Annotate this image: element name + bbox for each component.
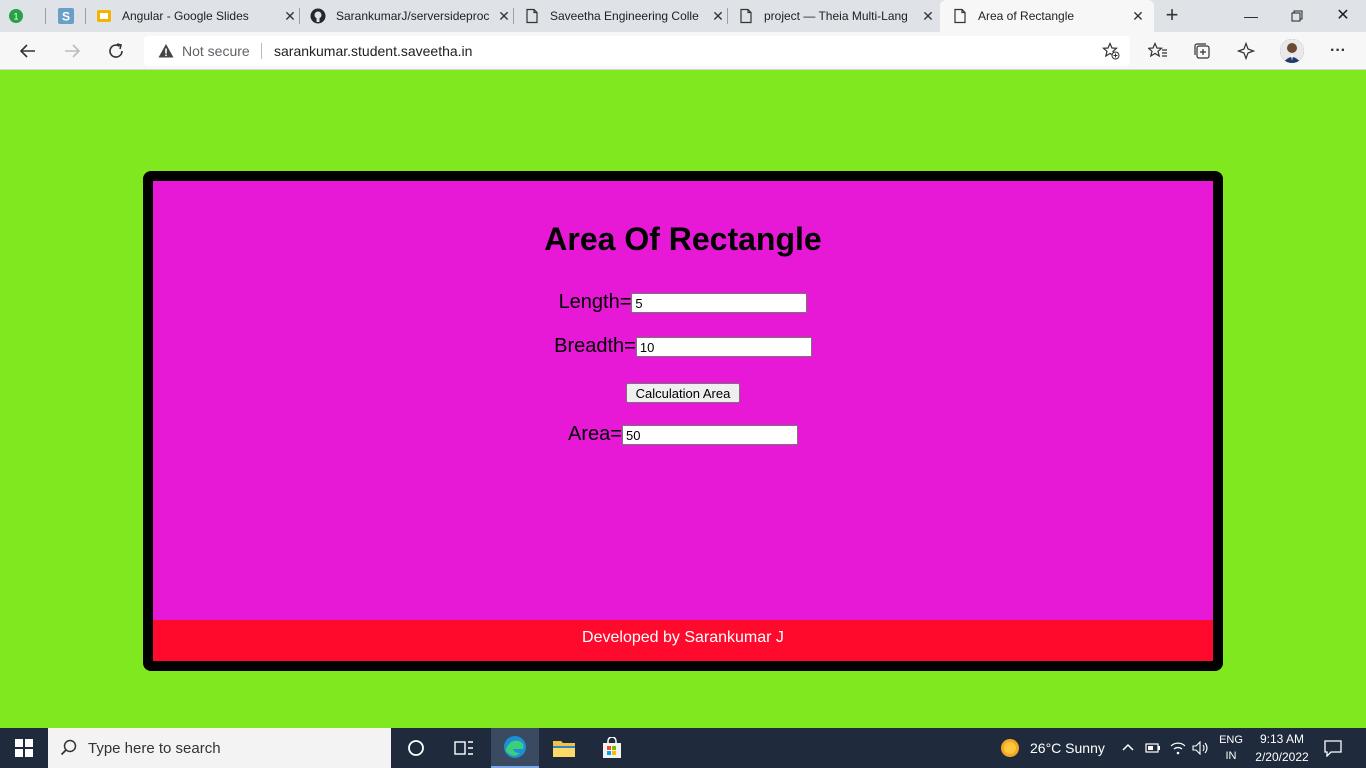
page-icon xyxy=(738,8,754,24)
tab-title: Area of Rectangle xyxy=(978,9,1075,23)
tab-title: Angular - Google Slides xyxy=(122,9,249,23)
svg-text:S: S xyxy=(62,10,70,24)
sun-icon xyxy=(1001,739,1019,757)
language-code: ENG xyxy=(1219,734,1243,746)
page-title: Area Of Rectangle xyxy=(544,221,822,257)
battery-icon[interactable] xyxy=(1145,728,1161,768)
browser-essentials-icon[interactable] xyxy=(1232,37,1260,65)
close-tab-icon[interactable]: ✕ xyxy=(1128,8,1148,25)
clock-time: 9:13 AM xyxy=(1259,732,1305,746)
tab-saveetha[interactable]: Saveetha Engineering Colle ✕ xyxy=(516,0,728,32)
length-input[interactable] xyxy=(631,293,808,313)
close-tab-icon[interactable]: ✕ xyxy=(280,8,300,25)
cortana-icon[interactable] xyxy=(392,728,440,768)
security-label[interactable]: Not secure xyxy=(182,43,250,59)
volume-icon[interactable] xyxy=(1192,728,1210,768)
new-tab-button[interactable]: + xyxy=(1160,4,1184,28)
footer-text: Developed by Sarankumar J xyxy=(582,629,784,646)
close-tab-icon[interactable]: ✕ xyxy=(708,8,728,25)
search-placeholder: Type here to search xyxy=(88,740,221,757)
file-explorer-icon[interactable] xyxy=(540,728,588,768)
tab-area-of-rectangle[interactable]: Area of Rectangle ✕ xyxy=(940,0,1154,32)
restore-button[interactable] xyxy=(1274,0,1320,32)
forward-button[interactable] xyxy=(58,37,86,65)
tab-angular-slides[interactable]: Angular - Google Slides ✕ xyxy=(88,0,300,32)
tab-strip: 1 S Angular - Google Slides ✕ Sarankumar… xyxy=(0,0,1366,32)
warning-icon xyxy=(158,43,174,59)
page-icon xyxy=(524,8,540,24)
calculator-panel: Area Of Rectangle Length= Breadth= Calcu… xyxy=(153,181,1213,661)
tab-s-app[interactable]: S xyxy=(50,0,86,32)
footer: Developed by Sarankumar J xyxy=(153,620,1213,661)
microsoft-store-icon[interactable] xyxy=(588,728,636,768)
task-view-icon[interactable] xyxy=(440,728,488,768)
language-indicator[interactable]: ENG IN xyxy=(1216,732,1246,764)
close-window-button[interactable]: ✕ xyxy=(1320,0,1366,32)
show-hidden-icons[interactable] xyxy=(1121,728,1135,768)
breadth-row: Breadth= xyxy=(153,335,1213,357)
browser-toolbar: Not secure sarankumar.student.saveetha.i… xyxy=(0,32,1366,70)
breadth-label: Breadth= xyxy=(554,335,636,357)
search-icon xyxy=(60,739,78,757)
collections-icon[interactable] xyxy=(1188,37,1216,65)
tab-github[interactable]: SarankumarJ/serversideproc ✕ xyxy=(302,0,514,32)
clock-date: 2/20/2022 xyxy=(1255,750,1309,764)
more-menu-icon[interactable]: ··· xyxy=(1324,37,1352,65)
weather-text: 26°C Sunny xyxy=(1030,740,1105,756)
whatsapp-badge-icon: 1 xyxy=(8,8,24,24)
notifications-icon[interactable] xyxy=(1324,728,1342,768)
s-app-icon: S xyxy=(58,8,74,24)
windows-icon xyxy=(15,739,33,757)
wifi-icon[interactable] xyxy=(1170,728,1186,768)
area-output[interactable] xyxy=(621,425,798,445)
page-icon xyxy=(952,8,968,24)
tab-title: SarankumarJ/serversideproc xyxy=(336,9,490,23)
tab-title: project — Theia Multi-Lang xyxy=(764,9,908,23)
address-bar[interactable]: Not secure sarankumar.student.saveetha.i… xyxy=(144,36,1130,66)
length-label: Length= xyxy=(558,291,632,313)
url-text[interactable]: sarankumar.student.saveetha.in xyxy=(274,43,472,59)
weather-widget[interactable]: 26°C Sunny xyxy=(1000,728,1105,768)
github-icon xyxy=(310,8,326,24)
minimize-button[interactable]: — xyxy=(1228,0,1274,32)
add-favorite-icon[interactable] xyxy=(1101,42,1120,60)
edge-taskbar-icon[interactable] xyxy=(491,728,539,768)
taskbar: Type here to search 26°C Sunny ENG IN 9:… xyxy=(0,728,1366,768)
length-row: Length= xyxy=(153,291,1213,313)
taskbar-search[interactable]: Type here to search xyxy=(48,728,391,768)
start-button[interactable] xyxy=(0,728,48,768)
close-tab-icon[interactable]: ✕ xyxy=(494,8,514,25)
profile-avatar[interactable] xyxy=(1280,39,1304,63)
region-code: IN xyxy=(1225,750,1237,762)
breadth-input[interactable] xyxy=(635,337,812,357)
close-tab-icon[interactable]: ✕ xyxy=(918,8,938,25)
google-slides-icon xyxy=(96,8,112,24)
svg-text:1: 1 xyxy=(13,12,18,22)
tab-whatsapp[interactable]: 1 xyxy=(8,0,46,32)
tab-theia[interactable]: project — Theia Multi-Lang ✕ xyxy=(730,0,938,32)
refresh-button[interactable] xyxy=(102,37,130,65)
calculate-area-button[interactable]: Calculation Area xyxy=(626,383,740,403)
tab-title: Saveetha Engineering Colle xyxy=(550,9,699,23)
back-button[interactable] xyxy=(14,37,42,65)
clock[interactable]: 9:13 AM 2/20/2022 xyxy=(1252,730,1312,766)
area-row: Area= xyxy=(153,423,1213,445)
area-label: Area= xyxy=(568,423,622,445)
favorites-icon[interactable] xyxy=(1144,37,1172,65)
content-frame: Area Of Rectangle Length= Breadth= Calcu… xyxy=(143,171,1223,671)
